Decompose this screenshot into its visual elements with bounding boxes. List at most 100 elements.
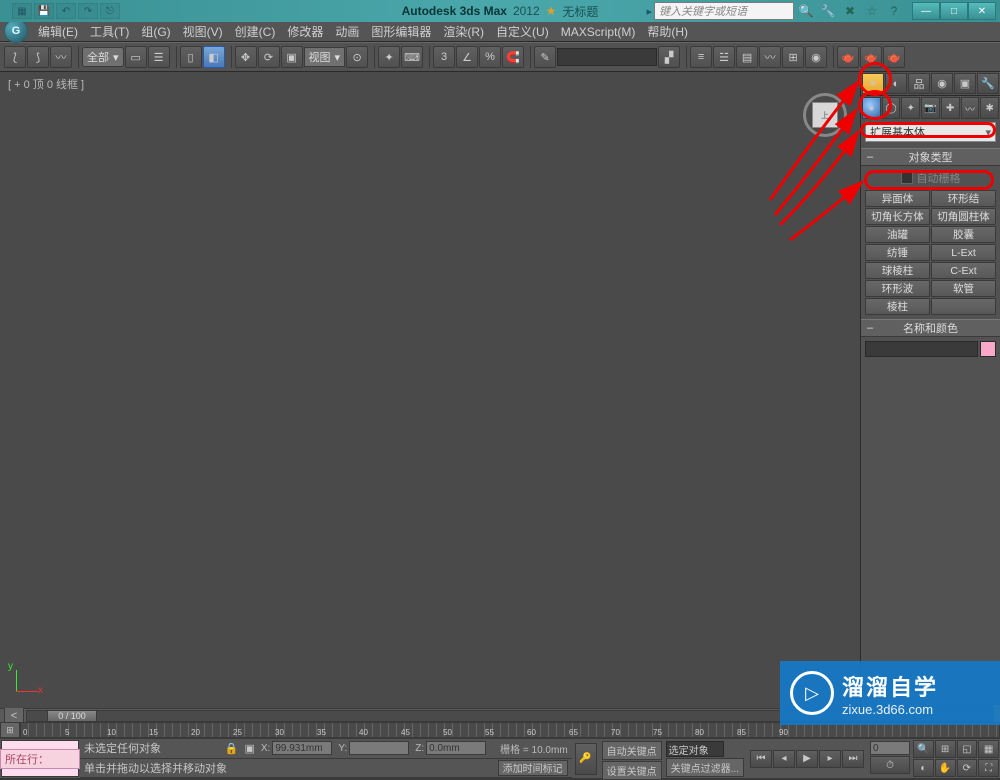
btn-hose[interactable]: 软管	[931, 280, 996, 297]
qat-redo-icon[interactable]: ↷	[78, 3, 98, 19]
menu-customize[interactable]: 自定义(U)	[490, 21, 555, 42]
menu-tools[interactable]: 工具(T)	[84, 21, 135, 42]
subscription-icon[interactable]: 🔧	[818, 2, 838, 20]
minimize-button[interactable]: —	[912, 2, 940, 20]
subtab-spacewarps[interactable]: 〰	[961, 97, 980, 119]
tab-display[interactable]: ▣	[954, 73, 976, 94]
btn-l-ext[interactable]: L-Ext	[931, 244, 996, 261]
subtab-shapes[interactable]: ◯	[882, 97, 901, 119]
maximize-button[interactable]: □	[940, 2, 968, 20]
tab-motion[interactable]: ◉	[931, 73, 953, 94]
rollout-object-type[interactable]: –对象类型	[861, 148, 1000, 166]
zoom-extents-icon[interactable]: ◱	[957, 740, 978, 758]
qat-undo-icon[interactable]: ↶	[56, 3, 76, 19]
use-pivot-center-icon[interactable]: ⊙	[346, 46, 368, 68]
lock-selection-icon[interactable]: 🔒	[225, 742, 239, 755]
isolate-icon[interactable]: ▣	[244, 742, 254, 755]
menu-animation[interactable]: 动画	[329, 21, 365, 42]
coord-y[interactable]	[349, 741, 409, 755]
object-color-swatch[interactable]	[980, 341, 996, 357]
btn-gengon[interactable]: 球棱柱	[865, 262, 930, 279]
btn-prism[interactable]: 棱柱	[865, 298, 930, 315]
select-region-rect-icon[interactable]: ▯	[180, 46, 202, 68]
zoom-extents-all-icon[interactable]: ▦	[978, 740, 999, 758]
btn-capsule[interactable]: 胶囊	[931, 226, 996, 243]
viewport-label[interactable]: [ + 0 顶 0 线框 ]	[8, 76, 84, 92]
material-editor-icon[interactable]: ◉	[805, 46, 827, 68]
unlink-icon[interactable]: ⟆	[27, 46, 49, 68]
window-crossing-icon[interactable]: ◧	[203, 46, 225, 68]
app-menu-button[interactable]: G	[4, 19, 28, 43]
qat-workspace-icon[interactable]: ▦	[12, 3, 32, 19]
menu-help[interactable]: 帮助(H)	[641, 21, 694, 42]
percent-snap-icon[interactable]: %	[479, 46, 501, 68]
zoom-all-icon[interactable]: ⊞	[935, 740, 956, 758]
autogrid-checkbox[interactable]	[901, 172, 913, 184]
time-slider-thumb[interactable]: 0 / 100	[47, 710, 97, 722]
menu-grapheditors[interactable]: 图形编辑器	[365, 21, 437, 42]
btn-empty[interactable]	[931, 298, 996, 315]
object-name-input[interactable]	[865, 341, 978, 357]
tab-modify[interactable]: ◐	[885, 73, 907, 94]
key-filters-button[interactable]: 关键点过滤器...	[666, 758, 744, 777]
spinner-snap-icon[interactable]: 🧲	[502, 46, 524, 68]
infocenter-search-icon[interactable]: 🔍	[796, 2, 816, 20]
named-selection-sets[interactable]	[557, 48, 657, 66]
search-input[interactable]: 键入关键字或短语	[654, 2, 794, 20]
rollout-name-color[interactable]: –名称和颜色	[861, 319, 1000, 337]
layers-icon[interactable]: ☱	[713, 46, 735, 68]
render-production-icon[interactable]: 🫖	[883, 46, 905, 68]
qat-save-icon[interactable]: 💾	[34, 3, 54, 19]
keyboard-shortcut-icon[interactable]: ⌨	[401, 46, 423, 68]
set-key-button[interactable]: 设置关键点	[602, 761, 662, 780]
menu-modifiers[interactable]: 修改器	[281, 21, 329, 42]
btn-c-ext[interactable]: C-Ext	[931, 262, 996, 279]
angle-snap-icon[interactable]: ∠	[456, 46, 478, 68]
favorite-icon[interactable]: ☆	[862, 2, 882, 20]
btn-ringwave[interactable]: 环形波	[865, 280, 930, 297]
subtab-cameras[interactable]: 📷	[921, 97, 940, 119]
qat-link-icon[interactable]: ⎋	[100, 3, 120, 19]
help-icon[interactable]: ?	[884, 2, 904, 20]
curve-editor-icon[interactable]: 〰	[759, 46, 781, 68]
maximize-viewport-icon[interactable]: ⛶	[978, 759, 999, 777]
menu-views[interactable]: 视图(V)	[177, 21, 229, 42]
category-dropdown[interactable]: 扩展基本体 ▾	[865, 122, 996, 142]
schematic-view-icon[interactable]: ⊞	[782, 46, 804, 68]
selection-filter[interactable]: 全部▾	[82, 47, 124, 67]
key-selection-set[interactable]: 选定对象	[666, 741, 724, 757]
align-icon[interactable]: ≡	[690, 46, 712, 68]
select-name-icon[interactable]: ☰	[148, 46, 170, 68]
menu-edit[interactable]: 编辑(E)	[32, 21, 84, 42]
coord-x[interactable]: 99.931mm	[272, 741, 332, 755]
trackbar-toggle-icon[interactable]: ⊞	[0, 722, 20, 738]
select-move-icon[interactable]: ✥	[235, 46, 257, 68]
subtab-geometry[interactable]: ●	[862, 97, 881, 119]
time-config-button[interactable]: ⏱	[870, 756, 910, 774]
play-icon[interactable]: ▶	[796, 750, 818, 768]
subtab-helpers[interactable]: ✚	[941, 97, 960, 119]
btn-chamferbox[interactable]: 切角长方体	[865, 208, 930, 225]
render-setup-icon[interactable]: 🫖	[837, 46, 859, 68]
listener-input[interactable]: 所在行：	[0, 749, 80, 769]
btn-torus-knot[interactable]: 环形结	[931, 190, 996, 207]
edit-named-sel-icon[interactable]: ✎	[534, 46, 556, 68]
btn-spindle[interactable]: 纺锤	[865, 244, 930, 261]
menu-rendering[interactable]: 渲染(R)	[437, 21, 490, 42]
menu-create[interactable]: 创建(C)	[229, 21, 282, 42]
prev-frame-icon[interactable]: ◂	[773, 750, 795, 768]
subtab-lights[interactable]: ✦	[901, 97, 920, 119]
add-time-tag-button[interactable]: 添加时间标记	[498, 760, 568, 776]
rendered-frame-icon[interactable]: 🫖	[860, 46, 882, 68]
link-icon[interactable]: ⟅	[4, 46, 26, 68]
field-of-view-icon[interactable]: ◐	[913, 759, 934, 777]
viewport[interactable]: [ + 0 顶 0 线框 ] 上 y x	[0, 72, 860, 708]
ref-coord-system[interactable]: 视图▾	[304, 47, 346, 67]
viewcube[interactable]: 上	[800, 90, 850, 140]
close-button[interactable]: ✕	[968, 2, 996, 20]
menu-group[interactable]: 组(G)	[135, 21, 176, 42]
graphite-ribbon-icon[interactable]: ▤	[736, 46, 758, 68]
tab-utilities[interactable]: 🔧	[977, 73, 999, 94]
tab-create[interactable]: ✳	[862, 73, 884, 94]
set-key-large-icon[interactable]: 🔑	[575, 743, 597, 775]
